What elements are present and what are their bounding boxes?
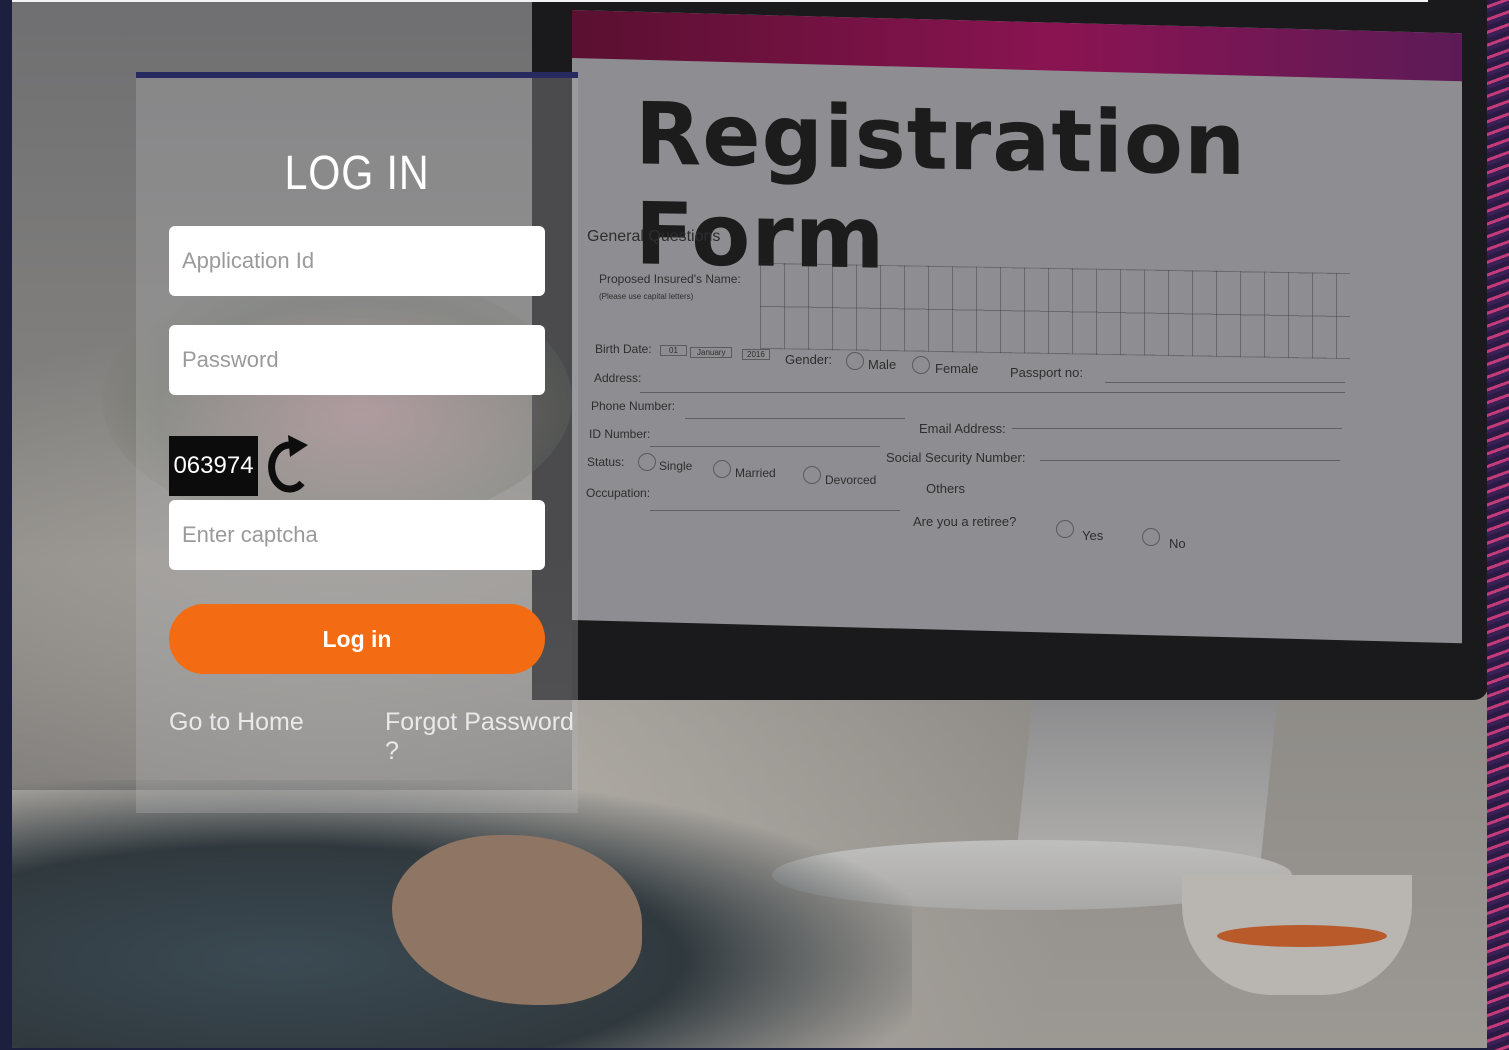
option-yes: Yes <box>1082 528 1104 543</box>
field-hint-name: (Please use capital letters) <box>599 292 694 301</box>
login-button[interactable]: Log in <box>169 604 545 674</box>
radio-female <box>912 356 930 374</box>
radio-devorced <box>803 466 821 484</box>
passport-line <box>1105 382 1345 383</box>
field-label-address: Address: <box>594 371 642 385</box>
birth-year-select: 2016 <box>742 349 770 360</box>
top-divider <box>12 0 1428 2</box>
occupation-line <box>650 510 900 511</box>
field-label-retiree: Are you a retiree? <box>913 514 1017 529</box>
ssn-line <box>1040 460 1340 461</box>
option-single: Single <box>659 459 693 473</box>
radio-married <box>713 460 731 478</box>
birth-month-select: January <box>690 347 733 358</box>
option-others: Others <box>926 481 966 496</box>
refresh-captcha-icon[interactable] <box>264 433 310 499</box>
password-input[interactable] <box>169 325 545 395</box>
tea-surface <box>1217 925 1387 947</box>
field-label-birth-date: Birth Date: <box>595 342 652 356</box>
radio-male <box>846 352 864 370</box>
option-male: Male <box>868 357 897 372</box>
field-label-id-number: ID Number: <box>589 427 651 441</box>
name-letter-boxes <box>760 262 1350 360</box>
field-label-gender: Gender: <box>785 352 832 367</box>
field-label-occupation: Occupation: <box>586 486 651 500</box>
option-female: Female <box>935 361 979 376</box>
field-label-phone: Phone Number: <box>591 399 676 413</box>
application-id-input[interactable] <box>169 226 545 296</box>
option-married: Married <box>735 466 776 480</box>
field-label-email: Email Address: <box>919 421 1006 436</box>
option-devorced: Devorced <box>825 473 877 487</box>
id-line <box>650 446 880 447</box>
phone-line <box>685 418 905 419</box>
radio-yes <box>1056 520 1074 538</box>
email-line <box>1012 428 1342 429</box>
captcha-code: 063974 <box>169 436 258 496</box>
field-label-name: Proposed Insured's Name: <box>599 272 741 286</box>
captcha-input[interactable] <box>169 500 545 570</box>
field-label-status: Status: <box>587 455 625 469</box>
registration-section-heading: General Questions <box>587 228 721 245</box>
radio-single <box>638 453 656 471</box>
birth-day-select: 01 <box>660 345 687 356</box>
forgot-password-link[interactable]: Forgot Password ? <box>385 708 578 766</box>
login-title: LOG IN <box>284 147 430 200</box>
login-card: LOG IN 063974 Log in Go to Home Forgot P… <box>136 72 578 813</box>
address-line <box>640 392 1345 393</box>
option-no: No <box>1169 536 1186 551</box>
field-label-passport: Passport no: <box>1010 365 1083 380</box>
radio-no <box>1142 528 1160 546</box>
go-to-home-link[interactable]: Go to Home <box>169 708 304 737</box>
field-label-ssn: Social Security Number: <box>886 450 1026 465</box>
